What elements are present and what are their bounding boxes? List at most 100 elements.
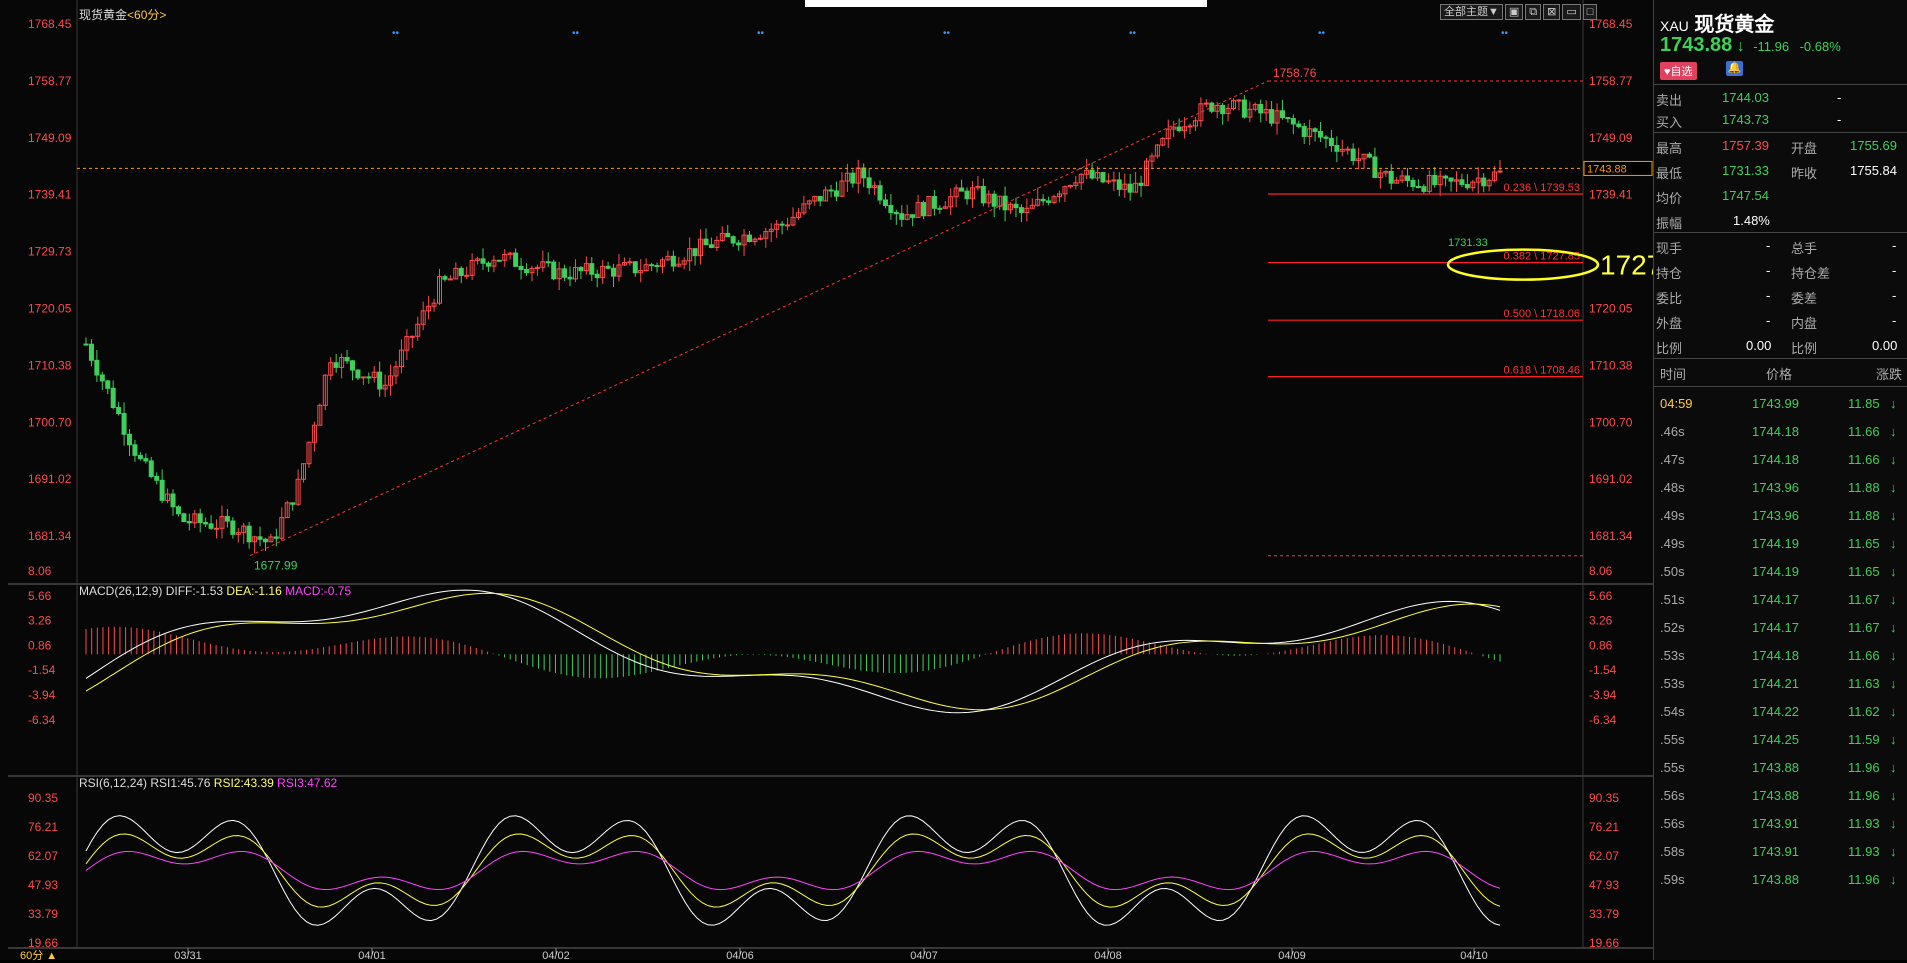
candle-body bbox=[1111, 179, 1117, 182]
tick-price: 1744.18 bbox=[1752, 648, 1799, 663]
tick-change: 11.62 bbox=[1848, 704, 1880, 719]
candle-body bbox=[360, 376, 366, 379]
tick-change: 11.85 bbox=[1848, 396, 1880, 411]
candle-body bbox=[197, 513, 203, 524]
candle-body bbox=[589, 263, 595, 275]
candlestick-chart[interactable]: 1768.45 1768.451758.77 1758.771749.09 1749.… bbox=[0, 0, 1653, 960]
candle-body bbox=[877, 185, 883, 201]
down-arrow-icon: ↓ bbox=[1890, 536, 1897, 551]
quote-change-pct: -0.68% bbox=[1799, 39, 1841, 54]
candle-body bbox=[366, 376, 372, 379]
tick-time: .48s bbox=[1660, 480, 1685, 495]
current-price-tag-label: 1743.88 bbox=[1587, 163, 1627, 175]
tick-time: .59s bbox=[1660, 872, 1685, 887]
tick-time: .54s bbox=[1660, 704, 1685, 719]
period-tab[interactable]: 60分 ▲ bbox=[20, 947, 57, 963]
candle-body bbox=[458, 267, 464, 276]
quote-header: XAU 现货黄金 bbox=[1660, 8, 1774, 37]
tick-price: 1743.96 bbox=[1752, 508, 1799, 523]
rsi-axis-label-left: 33.79 bbox=[28, 907, 58, 921]
theme-select-button[interactable]: 全部主题▼ bbox=[1440, 4, 1503, 20]
ticks-header: 时间 价格 涨跌 bbox=[1660, 367, 1903, 382]
candle-body bbox=[1345, 148, 1351, 151]
candle-body bbox=[670, 255, 676, 267]
divider bbox=[1654, 358, 1907, 359]
candle-body bbox=[627, 261, 633, 264]
tick-row: .55s 1743.88 11.96 ↓ bbox=[1654, 754, 1907, 782]
macd-axis-label-left: 5.66 bbox=[28, 589, 52, 603]
candle-body bbox=[127, 433, 133, 446]
candle-body bbox=[1138, 182, 1144, 186]
candle-body bbox=[186, 521, 192, 524]
down-arrow-icon: ↓ bbox=[1890, 648, 1897, 663]
tick-price: 1744.21 bbox=[1752, 676, 1799, 691]
avg-row: 均价 1747.54 bbox=[1656, 188, 1769, 206]
tick-price: 1743.91 bbox=[1752, 844, 1799, 859]
macd-axis-label-left: -1.54 bbox=[28, 663, 56, 677]
quote-price: 1743.88 bbox=[1660, 34, 1733, 56]
candle-body bbox=[1279, 110, 1285, 119]
rsi-axis-label-right: 47.93 bbox=[1589, 878, 1619, 892]
tick-row: .49s 1744.19 11.65 ↓ bbox=[1654, 530, 1907, 558]
candle-body bbox=[1481, 177, 1487, 187]
candle-body bbox=[757, 237, 763, 240]
alert-bell-icon[interactable]: 🔔 bbox=[1726, 61, 1743, 76]
candle-body bbox=[1328, 137, 1334, 147]
price-axis-label-right: 1700.70 bbox=[1589, 415, 1633, 429]
candle-body bbox=[159, 479, 165, 501]
tick-change: 11.67 bbox=[1848, 592, 1880, 607]
rsi-axis-label-left: 76.21 bbox=[28, 820, 58, 834]
window-icon[interactable]: ▣ bbox=[1504, 4, 1524, 20]
tick-price: 1744.18 bbox=[1752, 424, 1799, 439]
price-axis-label-right: 1681.34 bbox=[1589, 529, 1633, 543]
rsi-axis-label-left: 47.93 bbox=[28, 878, 58, 892]
down-arrow-icon: ↓ bbox=[1890, 676, 1897, 691]
candle-body bbox=[578, 266, 584, 272]
tick-time: .49s bbox=[1660, 508, 1685, 523]
tick-price: 1744.17 bbox=[1752, 592, 1799, 607]
candle-body bbox=[1301, 126, 1307, 137]
quote-panel: XAU 现货黄金 1743.88 ↓ -11.96 -0.68% ♥自选 🔔 卖… bbox=[1653, 0, 1907, 960]
down-arrow-icon: ↓ bbox=[1890, 508, 1897, 523]
date-axis-label: 04/02 bbox=[542, 950, 570, 960]
close-icon[interactable]: ⊠ bbox=[1543, 4, 1561, 20]
rsi-axis-label-right: 76.21 bbox=[1589, 820, 1619, 834]
tick-time: .53s bbox=[1660, 648, 1685, 663]
watchlist-button[interactable]: ♥自选 bbox=[1660, 62, 1697, 80]
divider bbox=[1654, 232, 1907, 233]
candle-body bbox=[594, 273, 600, 279]
candle-body bbox=[1410, 179, 1416, 188]
tick-price: 1744.17 bbox=[1752, 620, 1799, 635]
candle-body bbox=[447, 278, 453, 281]
tick-change: 11.59 bbox=[1848, 732, 1880, 747]
macd-axis-label-right: 0.86 bbox=[1589, 638, 1613, 652]
price-axis-label-left: 1720.05 bbox=[28, 302, 72, 316]
candle-body bbox=[1350, 148, 1356, 162]
down-arrow-icon: ↓ bbox=[1890, 396, 1897, 411]
price-axis-label-right: 1739.41 bbox=[1589, 188, 1633, 202]
restore-icon[interactable]: ⧉ bbox=[1525, 4, 1542, 20]
minimize-icon[interactable]: ▭ bbox=[1562, 4, 1581, 20]
candle-body bbox=[605, 265, 611, 269]
price-axis-label-left: 1691.02 bbox=[28, 472, 72, 486]
rsi3-value: RSI3:47.62 bbox=[277, 776, 338, 790]
down-arrow-icon: ↓ bbox=[1890, 788, 1897, 803]
tick-row: .56s 1743.91 11.93 ↓ bbox=[1654, 810, 1907, 838]
divider bbox=[1654, 84, 1907, 85]
chart-area[interactable]: 1768.45 1768.45 1758.77 1758.77 1749.09 1749.… bbox=[0, 0, 1653, 963]
candle-body bbox=[921, 202, 927, 217]
candle-body bbox=[442, 276, 448, 280]
tick-price: 1744.25 bbox=[1752, 732, 1799, 747]
tick-change: 11.66 bbox=[1848, 424, 1880, 439]
tick-row: .46s 1744.18 11.66 ↓ bbox=[1654, 418, 1907, 446]
candle-body bbox=[110, 387, 116, 409]
candle-body bbox=[959, 187, 965, 192]
candle-body bbox=[273, 536, 279, 539]
macd-dea-line bbox=[85, 592, 1501, 711]
maximize-icon[interactable]: □ bbox=[1582, 4, 1598, 20]
tick-row: .47s 1744.18 11.66 ↓ bbox=[1654, 446, 1907, 474]
candle-body bbox=[485, 262, 491, 267]
candle-body bbox=[1323, 136, 1329, 139]
candle-body bbox=[817, 195, 823, 202]
top-input-bar[interactable] bbox=[805, 0, 1207, 7]
